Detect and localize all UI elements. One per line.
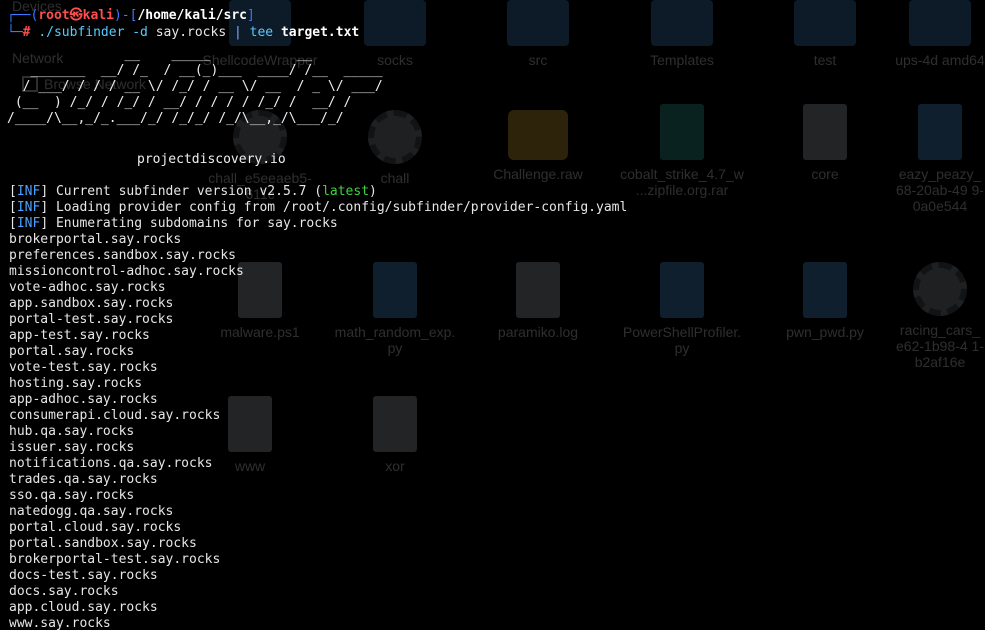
subdomain-line: portal.say.rocks [9, 344, 135, 359]
info-text: Enumerating subdomains for say.rocks [48, 216, 338, 231]
subdomain-line: www.say.rocks [9, 616, 111, 630]
latest-badge: latest [322, 184, 370, 199]
subdomain-line: trades.qa.say.rocks [9, 472, 158, 487]
banner-byline: projectdiscovery.io [137, 152, 286, 167]
terminal-window[interactable]: ┌──(root㉿kali)-[/home/kali/src] └─# ./su… [0, 0, 985, 630]
subdomain-line: notifications.qa.say.rocks [9, 456, 213, 471]
info-line: [INF] Enumerating subdomains for say.roc… [9, 216, 338, 231]
info-text: Current subfinder version v2.5.7 ( [48, 184, 323, 199]
subdomain-line: preferences.sandbox.say.rocks [9, 248, 236, 263]
subdomain-line: brokerportal.say.rocks [9, 232, 182, 247]
subdomain-list: brokerportal.say.rocks preferences.sandbo… [9, 232, 244, 630]
info-line: [INF] Current subfinder version v2.5.7 (… [9, 184, 377, 199]
prompt-host: kali [82, 8, 114, 23]
subdomain-line: missioncontrol-adhoc.say.rocks [9, 264, 244, 279]
subdomain-line: portal.sandbox.say.rocks [9, 536, 197, 551]
subdomain-line: sso.qa.say.rocks [9, 488, 135, 503]
command-argument: say.rocks [155, 25, 227, 40]
info-text: Loading provider config from /root/.conf… [48, 200, 628, 215]
subdomain-line: portal-test.say.rocks [9, 312, 174, 327]
subdomain-line: vote-adhoc.say.rocks [9, 280, 166, 295]
subdomain-line: brokerportal-test.say.rocks [9, 552, 221, 567]
subdomain-line: portal.cloud.say.rocks [9, 520, 182, 535]
prompt-line: ┌──(root㉿kali)-[/home/kali/src] [7, 8, 255, 23]
subdomain-line: docs-test.say.rocks [9, 568, 158, 583]
prompt-cwd: /home/kali/src [137, 8, 248, 23]
subdomain-line: app-adhoc.say.rocks [9, 392, 158, 407]
subdomain-line: vote-test.say.rocks [9, 360, 158, 375]
subdomain-line: natedogg.qa.say.rocks [9, 504, 174, 519]
command-binary: ./subfinder [38, 25, 125, 40]
prompt-user: root [38, 8, 70, 23]
info-tag: INF [16, 200, 41, 215]
subfinder-ascii-banner: __ _____ __ _______ __/ /_ / __(_)___ __… [7, 47, 383, 126]
subdomain-line: hub.qa.say.rocks [9, 424, 135, 439]
subdomain-line: hosting.say.rocks [9, 376, 143, 391]
subdomain-line: app.cloud.say.rocks [9, 600, 158, 615]
subdomain-line: issuer.say.rocks [9, 440, 135, 455]
info-tag: INF [16, 216, 41, 231]
prompt-at-symbol: ㉿ [69, 8, 83, 23]
command-flag: -d [132, 25, 148, 40]
info-tag: INF [16, 184, 41, 199]
subdomain-line: docs.say.rocks [9, 584, 119, 599]
command-pipe: | [234, 25, 242, 40]
subdomain-line: app-test.say.rocks [9, 328, 150, 343]
info-text-end: ) [369, 184, 377, 199]
subdomain-line: app.sandbox.say.rocks [9, 296, 174, 311]
command-tee: tee [249, 25, 274, 40]
subdomain-line: consumerapi.cloud.say.rocks [9, 408, 221, 423]
command-line[interactable]: └─# ./subfinder -d say.rocks | tee targe… [7, 25, 359, 41]
prompt-symbol: # [22, 25, 31, 40]
info-line: [INF] Loading provider config from /root… [9, 200, 628, 215]
command-outfile: target.txt [280, 25, 360, 40]
